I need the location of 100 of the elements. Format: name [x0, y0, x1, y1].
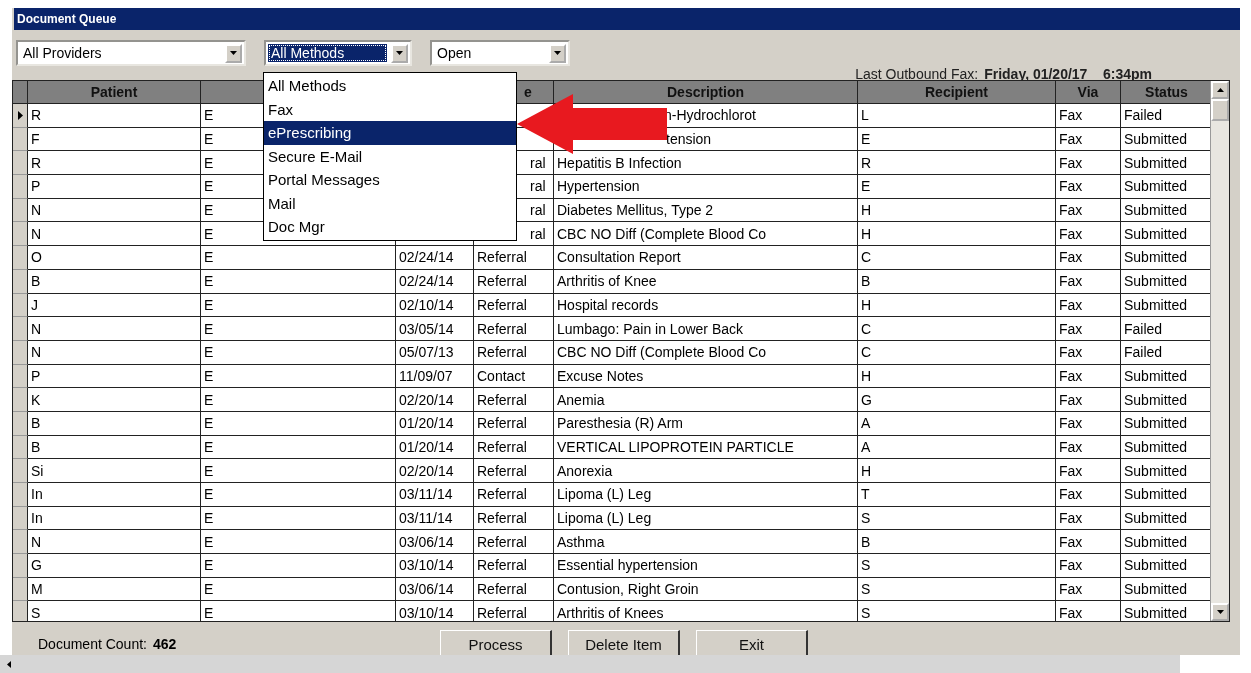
- select-field[interactable]: All Methods: [264, 40, 412, 66]
- row-header[interactable]: [13, 317, 28, 341]
- table-cell: B: [858, 530, 1056, 555]
- row-header[interactable]: [13, 459, 28, 483]
- table-cell: Referral: [474, 459, 554, 483]
- table-cell: Fax: [1056, 483, 1121, 507]
- table-cell: S: [858, 577, 1056, 602]
- table-cell: S: [858, 554, 1056, 578]
- row-header[interactable]: [13, 127, 28, 152]
- column-header[interactable]: Recipient: [858, 81, 1056, 104]
- table-cell: E: [201, 530, 396, 555]
- row-header[interactable]: [13, 175, 28, 199]
- table-cell: 03/06/14: [396, 530, 474, 555]
- down-arrow-icon: [554, 51, 561, 55]
- row-header[interactable]: [13, 293, 28, 318]
- table-cell: R: [858, 151, 1056, 176]
- row-header[interactable]: [13, 483, 28, 507]
- table-cell: Referral: [474, 317, 554, 341]
- row-header[interactable]: [13, 601, 28, 621]
- table-cell: Fax: [1056, 198, 1121, 223]
- table-cell: Referral: [474, 388, 554, 412]
- select-field[interactable]: All Providers: [16, 40, 246, 66]
- table-cell: E: [201, 269, 396, 294]
- row-header[interactable]: [13, 577, 28, 602]
- up-arrow-icon: [1216, 88, 1224, 92]
- table-cell: Referral: [474, 601, 554, 621]
- row-header[interactable]: [13, 388, 28, 412]
- table-cell: Lipoma (L) Leg: [554, 506, 858, 531]
- dropdown-button[interactable]: [391, 43, 408, 63]
- table-cell: N: [28, 340, 201, 365]
- table-cell: Hospital records: [554, 293, 858, 318]
- table-cell: Fax: [1056, 104, 1121, 128]
- table-cell: Diabetes Mellitus, Type 2: [554, 198, 858, 223]
- table-cell: Fax: [1056, 269, 1121, 294]
- table-cell: Consultation Report: [554, 246, 858, 270]
- row-header[interactable]: [13, 435, 28, 460]
- table-cell: Fax: [1056, 601, 1121, 621]
- table-cell: Fax: [1056, 293, 1121, 318]
- table-cell: E: [201, 246, 396, 270]
- table-cell: E: [201, 388, 396, 412]
- scrollbar-thumb[interactable]: [1211, 99, 1229, 121]
- dropdown-option[interactable]: ePrescribing: [264, 121, 516, 145]
- table-cell: O: [28, 246, 201, 270]
- table-cell: Fax: [1056, 388, 1121, 412]
- table-cell: In: [28, 506, 201, 531]
- table-cell: C: [858, 340, 1056, 365]
- table-cell: Fax: [1056, 411, 1121, 436]
- horizontal-scrollbar[interactable]: [0, 655, 1180, 673]
- table-cell: CBC NO Diff (Complete Blood Co: [554, 222, 858, 247]
- table-cell: E: [201, 459, 396, 483]
- action-button[interactable]: Exit: [696, 630, 808, 655]
- table-cell: E: [201, 340, 396, 365]
- table-cell: E: [201, 293, 396, 318]
- row-header[interactable]: [13, 506, 28, 531]
- row-header[interactable]: [13, 222, 28, 247]
- dropdown-button[interactable]: [225, 43, 242, 63]
- table-cell: Arthritis of Knees: [554, 601, 858, 621]
- scroll-up-button[interactable]: [1211, 81, 1229, 99]
- table-cell: B: [28, 411, 201, 436]
- table-cell: VERTICAL LIPOPROTEIN PARTICLE: [554, 435, 858, 460]
- table-cell: J: [28, 293, 201, 318]
- document-count-label: Document Count:: [38, 636, 147, 652]
- action-button[interactable]: Process: [440, 630, 552, 655]
- table-cell: E: [858, 175, 1056, 199]
- table-cell: In: [28, 483, 201, 507]
- row-header[interactable]: [13, 151, 28, 176]
- select-field[interactable]: Open: [430, 40, 570, 66]
- last-fax-value: Friday, 01/20/17 6:34pm: [984, 66, 1152, 82]
- table-cell: Anemia: [554, 388, 858, 412]
- table-cell: 01/20/14: [396, 411, 474, 436]
- table-cell: N: [28, 222, 201, 247]
- table-cell: 11/09/07: [396, 364, 474, 389]
- row-header[interactable]: [13, 530, 28, 555]
- table-cell: E: [201, 435, 396, 460]
- row-header[interactable]: [13, 246, 28, 270]
- row-header[interactable]: [13, 340, 28, 365]
- table-cell: 03/11/14: [396, 506, 474, 531]
- row-header[interactable]: [13, 269, 28, 294]
- table-cell: A: [858, 435, 1056, 460]
- table-cell: E: [201, 483, 396, 507]
- table-cell: Paresthesia (R) Arm: [554, 411, 858, 436]
- row-header[interactable]: [13, 198, 28, 223]
- row-header[interactable]: [13, 104, 28, 128]
- table-cell: Fax: [1056, 364, 1121, 389]
- table-cell: C: [858, 317, 1056, 341]
- table-cell: Fax: [1056, 175, 1121, 199]
- scroll-down-button[interactable]: [1211, 603, 1229, 621]
- table-cell: Referral: [474, 530, 554, 555]
- table-cell: Hepatitis B Infection: [554, 151, 858, 176]
- column-header[interactable]: Via: [1056, 81, 1121, 104]
- table-cell: 02/20/14: [396, 388, 474, 412]
- dropdown-button[interactable]: [549, 43, 566, 63]
- table-cell: Referral: [474, 577, 554, 602]
- table-cell: Hypertension: [554, 175, 858, 199]
- table-cell: Fax: [1056, 127, 1121, 152]
- row-header[interactable]: [13, 554, 28, 578]
- row-header[interactable]: [13, 411, 28, 436]
- row-header[interactable]: [13, 364, 28, 389]
- table-cell: N: [28, 317, 201, 341]
- action-button[interactable]: Delete Item: [568, 630, 680, 655]
